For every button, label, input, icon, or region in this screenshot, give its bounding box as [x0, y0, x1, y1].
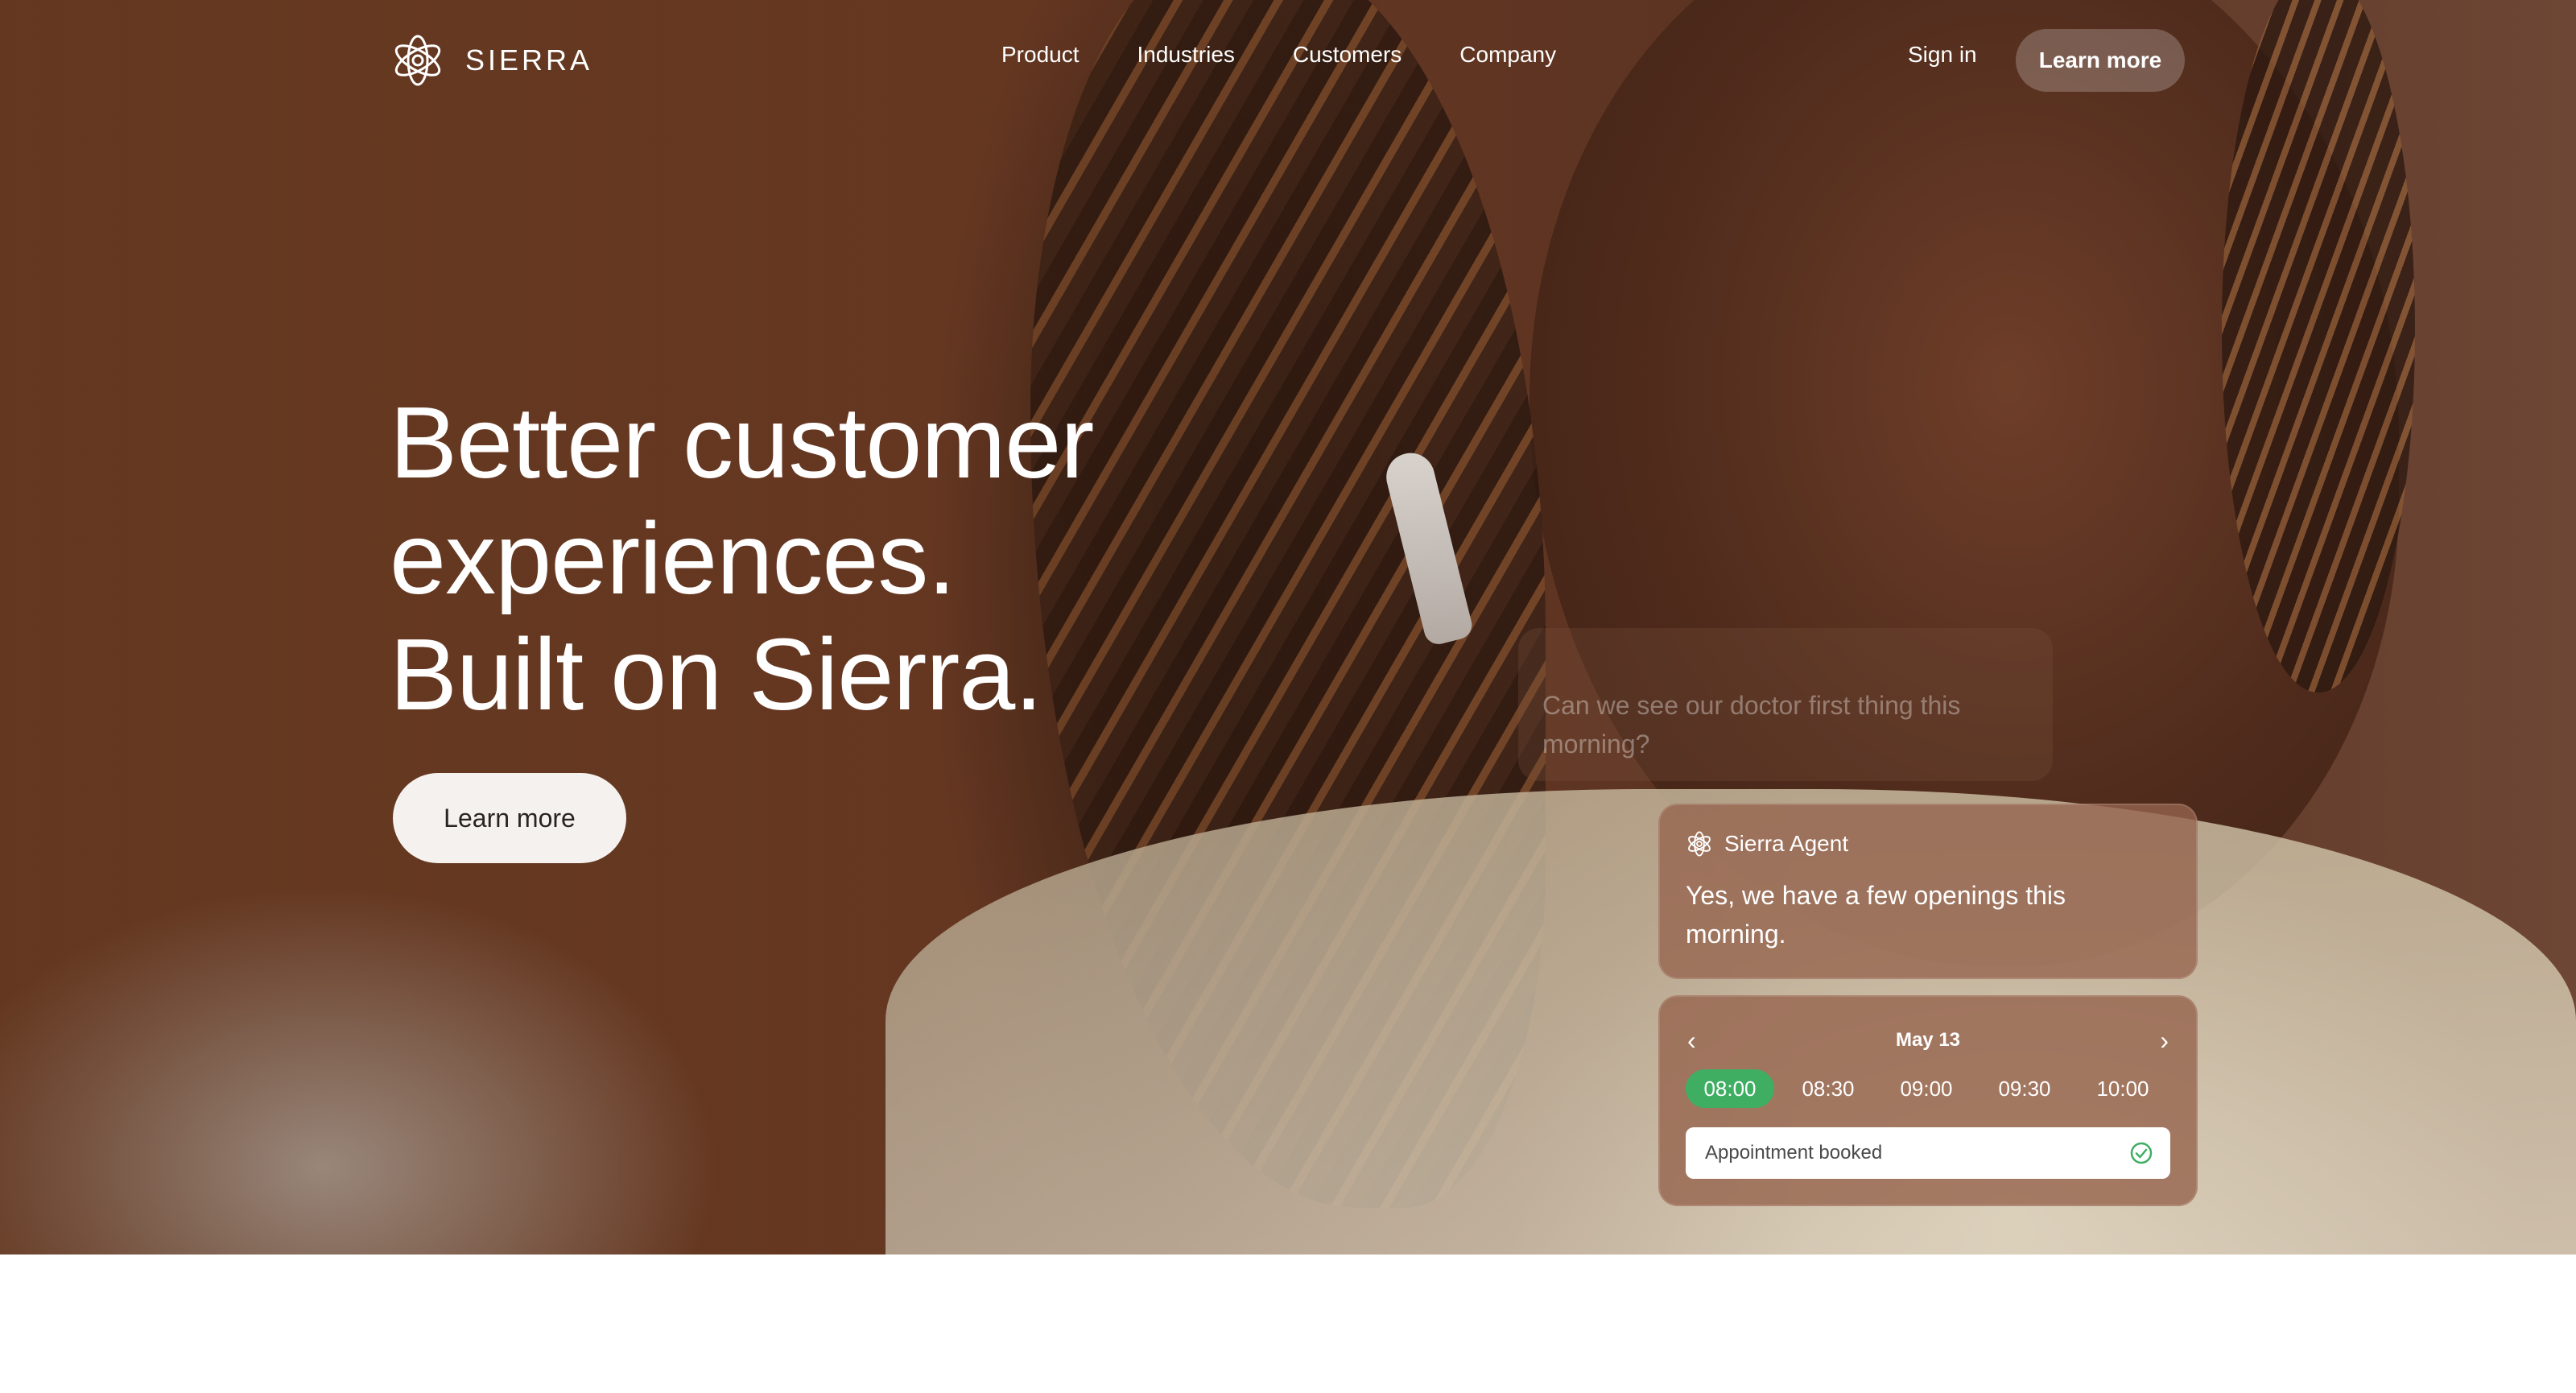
appointment-calendar-card: May 13 ‹ › 08:00 08:30 09:00 09:30 10:00… [1658, 995, 2198, 1206]
sierra-agent-icon [1688, 831, 1711, 857]
calendar-header: May 13 ‹ › [1660, 1024, 2196, 1056]
nav-learn-more-button[interactable]: Learn more [2016, 29, 2185, 92]
appointment-status-text: Appointment booked [1705, 1142, 1883, 1164]
check-circle-icon [2130, 1142, 2153, 1164]
agent-name: Sierra Agent [1724, 831, 1849, 856]
top-nav: SIERRA Product Industries Customers Comp… [0, 0, 2576, 121]
headline-line-3: Built on Sierra. [390, 618, 1042, 731]
brand-logo[interactable]: SIERRA [390, 31, 592, 90]
time-slots: 08:00 08:30 09:00 09:30 10:00 [1686, 1069, 2167, 1108]
hero-headline: Better customer experiences. Built on Si… [390, 385, 1275, 733]
user-message-bubble: Can we see our doctor first thing this m… [1518, 628, 2053, 781]
time-slot-selected[interactable]: 08:00 [1686, 1069, 1774, 1108]
hero-section: SIERRA Product Industries Customers Comp… [0, 0, 2576, 1255]
agent-message-text: Yes, we have a few openings this morning… [1686, 881, 2066, 949]
nav-product[interactable]: Product [1001, 42, 1080, 68]
sierra-logo-icon [394, 35, 441, 86]
sign-in-link[interactable]: Sign in [1908, 42, 1977, 68]
time-slot[interactable]: 09:30 [1980, 1069, 2069, 1108]
appointment-status: Appointment booked [1686, 1127, 2170, 1179]
time-slot[interactable]: 08:30 [1784, 1069, 1872, 1108]
agent-header: Sierra Agent [1686, 829, 1848, 858]
chevron-right-icon[interactable]: › [2160, 1024, 2169, 1056]
nav-links: Product Industries Customers Company [1001, 42, 1556, 68]
time-slot[interactable]: 10:00 [2079, 1069, 2167, 1108]
brand-name: SIERRA [465, 43, 593, 76]
headline-line-1: Better customer [390, 386, 1094, 499]
agent-message-card: Sierra Agent Yes, we have a few openings… [1658, 804, 2198, 979]
nav-company[interactable]: Company [1459, 42, 1556, 68]
user-message-text: Can we see our doctor first thing this m… [1542, 691, 1961, 759]
hero-learn-more-button[interactable]: Learn more [393, 773, 626, 863]
headline-line-2: experiences. [390, 502, 956, 615]
calendar-date: May 13 [1895, 1029, 1961, 1051]
chevron-left-icon[interactable]: ‹ [1687, 1024, 1696, 1056]
nav-customers[interactable]: Customers [1293, 42, 1402, 68]
nav-industries[interactable]: Industries [1137, 42, 1235, 68]
time-slot[interactable]: 09:00 [1882, 1069, 1971, 1108]
